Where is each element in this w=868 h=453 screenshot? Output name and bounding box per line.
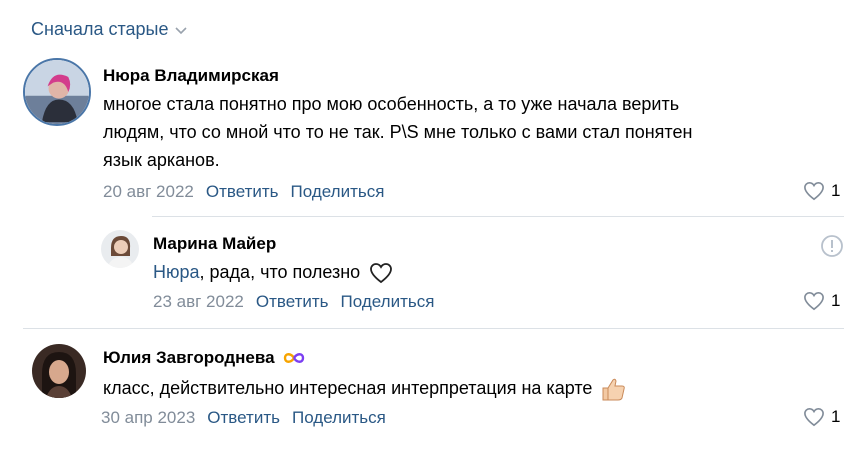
like-count: 1 — [831, 181, 841, 200]
share-button[interactable]: Поделиться — [341, 292, 435, 312]
heart-icon — [804, 291, 824, 311]
comment-date[interactable]: 20 авг 2022 — [103, 182, 194, 202]
comment-text-line: многое стала понятно про мою особенность… — [103, 94, 680, 114]
share-button[interactable]: Поделиться — [292, 408, 386, 428]
reply-button[interactable]: Ответить — [256, 292, 329, 312]
author-name[interactable]: Юлия Завгороднева — [103, 348, 275, 368]
share-button[interactable]: Поделиться — [291, 182, 385, 202]
avatar[interactable] — [23, 58, 91, 126]
comment-date[interactable]: 23 авг 2022 — [153, 292, 244, 312]
heart-icon — [804, 181, 824, 201]
heart-icon — [804, 407, 824, 427]
like-button[interactable]: 1 — [803, 291, 840, 311]
divider — [152, 216, 844, 217]
like-count: 1 — [831, 291, 841, 310]
comment-text-line: язык арканов. — [103, 150, 220, 170]
comment-text-body: класс, действительно интересная интерпре… — [103, 378, 593, 398]
divider — [23, 328, 844, 329]
sort-dropdown[interactable]: Сначала старые — [31, 19, 188, 40]
comment-text: Нюра, рада, что полезно — [153, 258, 393, 286]
avatar[interactable] — [101, 230, 139, 268]
mention-link[interactable]: Нюра — [153, 262, 200, 282]
comment-meta: 20 авг 2022 Ответить Поделиться — [103, 182, 384, 202]
like-button[interactable]: 1 — [803, 407, 840, 427]
comment-author: Юлия Завгороднева — [103, 348, 307, 368]
comment-text-body: , рада, что полезно — [199, 262, 361, 282]
avatar[interactable] — [32, 344, 86, 398]
like-count: 1 — [831, 407, 841, 426]
chevron-down-icon — [175, 26, 188, 34]
comment-author[interactable]: Марина Майер — [153, 234, 276, 254]
comment-author[interactable]: Нюра Владимирская — [103, 66, 279, 86]
reply-button[interactable]: Ответить — [207, 408, 280, 428]
report-icon[interactable] — [820, 234, 844, 258]
heart-emoji-icon — [370, 263, 393, 284]
sort-label: Сначала старые — [31, 19, 169, 39]
reply-button[interactable]: Ответить — [206, 182, 279, 202]
comment-date[interactable]: 30 апр 2023 — [101, 408, 195, 428]
comment-meta: 30 апр 2023 Ответить Поделиться — [101, 408, 386, 428]
infinity-badge-icon — [283, 353, 304, 363]
comment-text: класс, действительно интересная интерпре… — [103, 374, 627, 403]
thumbs-up-emoji — [602, 378, 626, 401]
like-button[interactable]: 1 — [803, 181, 840, 201]
comment-meta: 23 авг 2022 Ответить Поделиться — [153, 292, 434, 312]
comment-text: многое стала понятно про мою особенность… — [103, 90, 823, 174]
comment-text-line: людям, что со мной что то не так. P\S мн… — [103, 122, 693, 142]
